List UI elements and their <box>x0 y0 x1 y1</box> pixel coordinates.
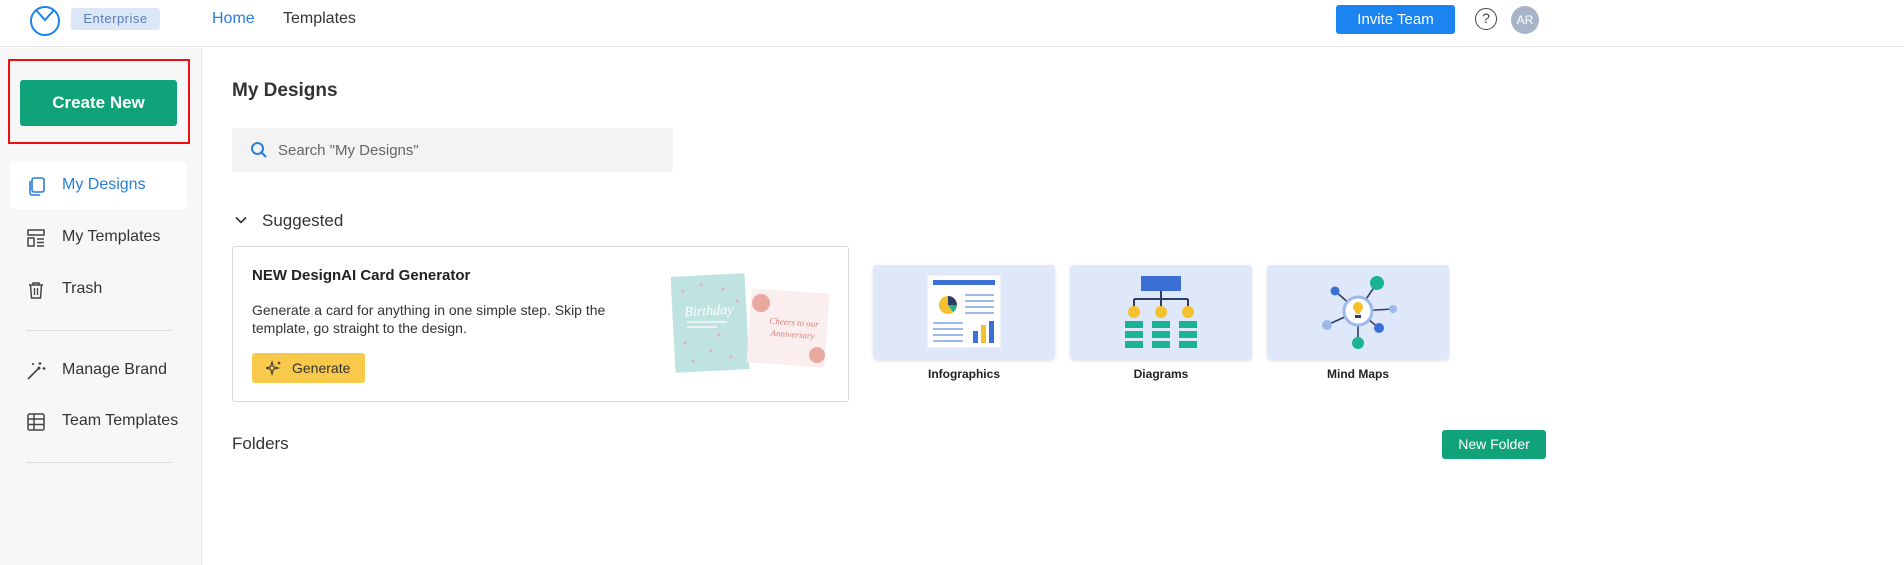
sidebar-item-trash[interactable]: Trash <box>10 266 187 313</box>
sidebar-item-label: Trash <box>62 280 103 297</box>
search-box <box>232 128 673 172</box>
search-icon <box>251 142 267 158</box>
page-title: My Designs <box>232 80 338 101</box>
tile-infographics[interactable] <box>873 265 1055 360</box>
sidebar-item-label: My Templates <box>62 228 161 245</box>
copy-icon <box>29 177 45 196</box>
suggested-label: Suggested <box>262 211 344 230</box>
card-title: NEW DesignAI Card Generator <box>252 267 471 284</box>
mind-map-icon <box>1322 276 1397 349</box>
sidebar-divider <box>26 330 172 331</box>
card-description: Generate a card for anything in one simp… <box>252 302 606 336</box>
search-input[interactable] <box>278 128 658 172</box>
tile-diagrams[interactable] <box>1070 265 1252 360</box>
nav-home[interactable]: Home <box>212 10 255 28</box>
logo-icon[interactable] <box>29 4 61 36</box>
trash-icon <box>29 282 43 299</box>
sidebar-divider <box>26 462 172 463</box>
invite-team-button[interactable]: Invite Team <box>1336 5 1455 34</box>
create-new-button[interactable]: Create New <box>20 80 177 126</box>
greeting-cards-illustration: Birthday Cheers to our Anniversary <box>671 273 830 373</box>
generate-label: Generate <box>292 360 351 376</box>
help-icon[interactable]: ? <box>1475 8 1497 30</box>
tile-label-diagrams: Diagrams <box>1133 367 1189 381</box>
card-generator-promo: NEW DesignAI Card Generator Generate a c… <box>232 246 849 402</box>
new-folder-button[interactable]: New Folder <box>1442 430 1546 459</box>
template-icon <box>27 229 45 247</box>
chevron-down-icon <box>235 216 247 224</box>
generate-button[interactable]: Generate <box>252 353 365 383</box>
top-bar: Enterprise Home Templates Invite Team ? … <box>0 0 1904 47</box>
sidebar-item-team-templates[interactable]: Team Templates <box>10 398 187 445</box>
grid-table-icon <box>27 413 45 431</box>
avatar[interactable]: AR <box>1511 6 1539 34</box>
magic-wand-icon <box>27 362 46 380</box>
sidebar-item-label: Team Templates <box>62 412 179 429</box>
svg-text:Birthday: Birthday <box>684 303 734 321</box>
plan-badge: Enterprise <box>71 8 160 30</box>
tile-mind-maps[interactable] <box>1267 265 1449 360</box>
sidebar: Create New My Designs My Templates Trash <box>0 48 202 565</box>
nav-templates[interactable]: Templates <box>283 10 356 28</box>
sparkle-icon <box>266 360 281 376</box>
tile-label-mind-maps: Mind Maps <box>1327 367 1389 381</box>
sidebar-item-my-templates[interactable]: My Templates <box>10 214 187 261</box>
tile-label-infographics: Infographics <box>927 367 1000 381</box>
infographic-icon <box>926 274 1002 349</box>
folders-heading: Folders <box>232 434 289 453</box>
sidebar-item-label: Manage Brand <box>62 361 167 378</box>
sidebar-item-manage-brand[interactable]: Manage Brand <box>10 347 187 394</box>
diagram-icon <box>1125 276 1197 348</box>
sidebar-item-label: My Designs <box>62 176 146 193</box>
sidebar-item-my-designs[interactable]: My Designs <box>10 162 187 209</box>
